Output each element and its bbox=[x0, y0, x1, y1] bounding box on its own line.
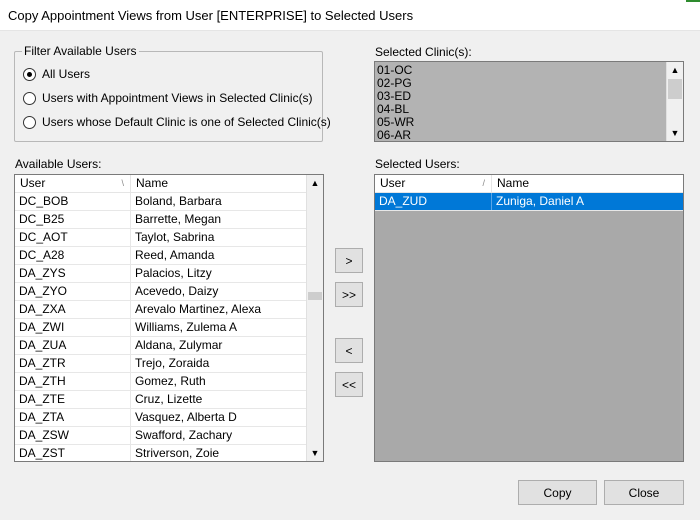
add-selected-button[interactable]: > bbox=[335, 248, 363, 273]
table-row[interactable]: DA_ZYS Palacios, Litzy bbox=[15, 265, 307, 283]
available-users-list[interactable]: User \ Name DC_BOB Boland, Barbara DC_B25 Ba… bbox=[14, 174, 324, 462]
title-bar: Copy Appointment Views from User [ENTERP… bbox=[0, 0, 700, 31]
table-row[interactable]: DC_B25 Barrette, Megan bbox=[15, 211, 307, 229]
available-users-scrollbar[interactable]: ▲ ▼ bbox=[306, 175, 323, 461]
column-header-user[interactable]: User \ bbox=[15, 175, 131, 193]
table-row[interactable]: DA_ZSW Swafford, Zachary bbox=[15, 427, 307, 445]
name-cell: Trejo, Zoraida bbox=[135, 356, 210, 370]
selected-users-list[interactable]: User / Name DA_ZUD Zuniga, Daniel A bbox=[374, 174, 684, 462]
name-cell: Gomez, Ruth bbox=[135, 374, 206, 388]
title-accent bbox=[686, 0, 700, 2]
filter-legend: Filter Available Users bbox=[22, 44, 139, 58]
table-row[interactable]: DA_ZYO Acevedo, Daizy bbox=[15, 283, 307, 301]
clinic-list-item[interactable]: 03-ED bbox=[377, 90, 665, 103]
table-row[interactable]: DA_ZTA Vasquez, Alberta D bbox=[15, 409, 307, 427]
table-row[interactable]: DA_ZST Striverson, Zoie bbox=[15, 445, 307, 461]
user-cell: DC_AOT bbox=[15, 229, 131, 246]
table-row[interactable]: DC_A28 Reed, Amanda bbox=[15, 247, 307, 265]
user-cell: DA_ZUD bbox=[375, 193, 492, 210]
scroll-up-icon[interactable]: ▲ bbox=[307, 175, 323, 191]
name-cell: Acevedo, Daizy bbox=[135, 284, 219, 298]
radio-button-icon[interactable] bbox=[23, 91, 36, 105]
clinic-scrollbar[interactable]: ▲ ▼ bbox=[666, 62, 683, 141]
radio-users-with-views[interactable]: Users with Appointment Views in Selected… bbox=[23, 90, 313, 106]
selected-users-header: User / Name bbox=[375, 175, 683, 193]
remove-selected-button[interactable]: < bbox=[335, 338, 363, 363]
radio-label: All Users bbox=[42, 67, 91, 81]
available-users-label: Available Users: bbox=[15, 157, 102, 171]
table-row[interactable]: DA_ZXA Arevalo Martinez, Alexa bbox=[15, 301, 307, 319]
user-cell: DA_ZST bbox=[15, 445, 131, 461]
user-cell: DA_ZYO bbox=[15, 283, 131, 300]
scroll-up-icon[interactable]: ▲ bbox=[667, 62, 683, 78]
sort-icon: \ bbox=[121, 178, 124, 188]
name-cell: Barrette, Megan bbox=[135, 212, 222, 226]
scroll-thumb[interactable] bbox=[668, 79, 682, 99]
name-cell: Striverson, Zoie bbox=[135, 446, 220, 460]
user-cell: DA_ZTA bbox=[15, 409, 131, 426]
name-cell: Reed, Amanda bbox=[135, 248, 215, 262]
user-cell: DA_ZTH bbox=[15, 373, 131, 390]
column-header-name[interactable]: Name bbox=[492, 175, 683, 193]
name-cell: Aldana, Zulymar bbox=[135, 338, 223, 352]
table-row[interactable]: DA_ZTH Gomez, Ruth bbox=[15, 373, 307, 391]
table-row[interactable]: DC_AOT Taylot, Sabrina bbox=[15, 229, 307, 247]
close-button[interactable]: Close bbox=[604, 480, 684, 505]
user-cell: DA_ZSW bbox=[15, 427, 131, 444]
scroll-thumb[interactable] bbox=[308, 292, 322, 300]
user-cell: DA_ZTE bbox=[15, 391, 131, 408]
scroll-down-icon[interactable]: ▼ bbox=[667, 125, 683, 141]
radio-label: Users with Appointment Views in Selected… bbox=[42, 91, 313, 105]
selected-users-label: Selected Users: bbox=[375, 157, 460, 171]
name-cell: Palacios, Litzy bbox=[135, 266, 212, 280]
window-title: Copy Appointment Views from User [ENTERP… bbox=[8, 8, 414, 23]
selected-clinics-label: Selected Clinic(s): bbox=[375, 45, 472, 59]
filter-groupbox: Filter Available Users All Users Users w… bbox=[14, 44, 331, 142]
available-users-header: User \ Name bbox=[15, 175, 307, 193]
user-cell: DA_ZYS bbox=[15, 265, 131, 282]
clinic-list-item[interactable]: 01-OC bbox=[377, 64, 665, 77]
sort-icon: / bbox=[482, 178, 485, 188]
table-row[interactable]: DA_ZTE Cruz, Lizette bbox=[15, 391, 307, 409]
add-all-button[interactable]: >> bbox=[335, 282, 363, 307]
user-cell: DC_A28 bbox=[15, 247, 131, 264]
clinic-list-item[interactable]: 05-WR bbox=[377, 116, 665, 129]
user-cell: DA_ZXA bbox=[15, 301, 131, 318]
user-cell: DC_B25 bbox=[15, 211, 131, 228]
radio-button-icon[interactable] bbox=[23, 67, 36, 81]
user-cell: DA_ZTR bbox=[15, 355, 131, 372]
radio-all-users[interactable]: All Users bbox=[23, 66, 90, 82]
name-cell: Williams, Zulema A bbox=[135, 320, 238, 334]
name-cell: Vasquez, Alberta D bbox=[135, 410, 237, 424]
table-row[interactable]: DA_ZUA Aldana, Zulymar bbox=[15, 337, 307, 355]
clinic-list-item[interactable]: 04-BL bbox=[377, 103, 665, 116]
clinic-list-item[interactable]: 02-PG bbox=[377, 77, 665, 90]
name-cell: Arevalo Martinez, Alexa bbox=[135, 302, 262, 316]
scroll-down-icon[interactable]: ▼ bbox=[307, 445, 323, 461]
name-cell: Cruz, Lizette bbox=[135, 392, 203, 406]
name-cell: Swafford, Zachary bbox=[135, 428, 233, 442]
table-row[interactable]: DC_BOB Boland, Barbara bbox=[15, 193, 307, 211]
table-row[interactable]: DA_ZUD Zuniga, Daniel A bbox=[375, 193, 683, 211]
name-cell: Taylot, Sabrina bbox=[135, 230, 215, 244]
table-row[interactable]: DA_ZTR Trejo, Zoraida bbox=[15, 355, 307, 373]
user-cell: DA_ZUA bbox=[15, 337, 131, 354]
remove-all-button[interactable]: << bbox=[335, 372, 363, 397]
clinic-list-item[interactable]: 06-AR bbox=[377, 129, 665, 142]
radio-label: Users whose Default Clinic is one of Sel… bbox=[42, 115, 331, 129]
name-cell: Boland, Barbara bbox=[135, 194, 222, 208]
name-cell: Zuniga, Daniel A bbox=[496, 194, 585, 208]
table-row[interactable]: DA_ZWI Williams, Zulema A bbox=[15, 319, 307, 337]
radio-users-default-clinic[interactable]: Users whose Default Clinic is one of Sel… bbox=[23, 114, 331, 130]
column-header-name[interactable]: Name bbox=[131, 175, 307, 193]
column-header-user[interactable]: User / bbox=[375, 175, 492, 193]
copy-button[interactable]: Copy bbox=[518, 480, 597, 505]
user-cell: DA_ZWI bbox=[15, 319, 131, 336]
radio-button-icon[interactable] bbox=[23, 115, 36, 129]
selected-clinics-list[interactable]: 01-OC 02-PG 03-ED 04-BL 05-WR 06-AR ▲ ▼ bbox=[374, 61, 684, 142]
user-cell: DC_BOB bbox=[15, 193, 131, 210]
